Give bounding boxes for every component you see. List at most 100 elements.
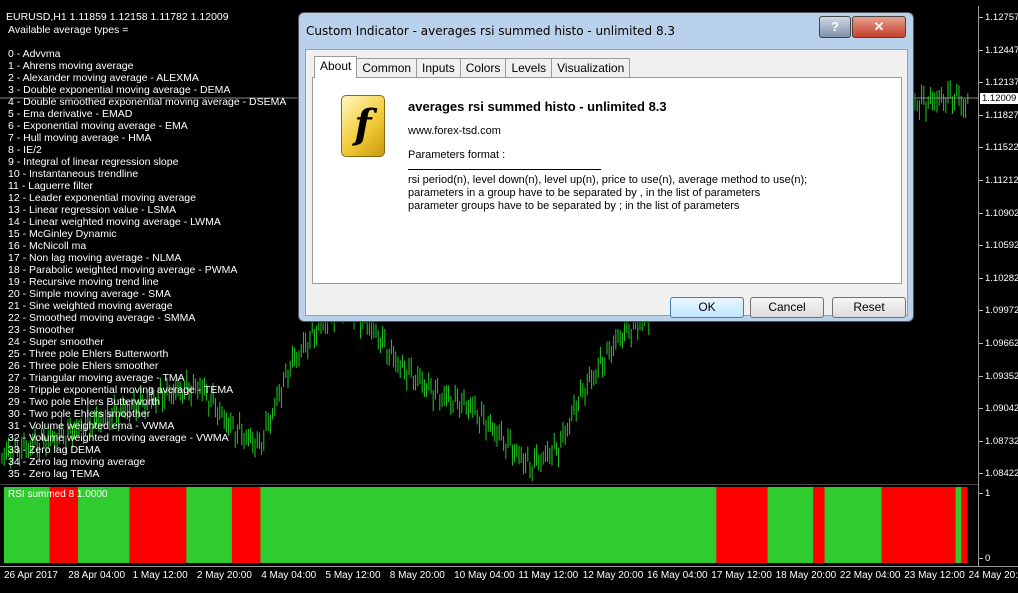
histogram-bar xyxy=(573,487,581,563)
histogram-bar xyxy=(602,487,609,563)
histogram-bar xyxy=(556,487,564,563)
histogram-bar xyxy=(340,487,347,563)
price-tick-label: 1.10592 xyxy=(979,240,1018,251)
time-tick-label: 28 Apr 04:00 xyxy=(68,570,126,581)
rsi-histogram-panel[interactable] xyxy=(0,484,978,566)
histogram-bar xyxy=(619,487,626,563)
average-type-item: 16 - McNicoll ma xyxy=(8,240,87,252)
average-type-item: 8 - IE/2 xyxy=(8,144,42,156)
histogram-bar xyxy=(214,487,222,563)
histogram-bar xyxy=(545,487,552,563)
average-type-item: 22 - Smoothed moving average - SMMA xyxy=(8,312,196,324)
histogram-bar xyxy=(835,487,843,563)
histogram-bar xyxy=(328,487,336,563)
histogram-bar xyxy=(459,487,467,563)
tab-colors[interactable]: Colors xyxy=(459,58,507,78)
average-type-item: 6 - Exponential moving average - EMA xyxy=(8,120,188,132)
histogram-bar xyxy=(152,487,159,563)
histogram-bar xyxy=(494,487,501,563)
tab-levels[interactable]: Levels xyxy=(505,58,553,78)
time-tick-label: 12 May 20:00 xyxy=(582,570,644,581)
description-line: parameters in a group have to be separat… xyxy=(408,187,761,199)
time-tick-label: 4 May 04:00 xyxy=(261,570,317,581)
ok-button[interactable]: OK xyxy=(670,297,744,318)
histogram-bar xyxy=(351,487,358,563)
histogram-bar xyxy=(949,487,957,563)
histogram-bar xyxy=(499,487,507,563)
time-tick-label: 11 May 12:00 xyxy=(518,570,579,581)
price-tick-label: 1.09662 xyxy=(979,338,1018,349)
histogram-bar xyxy=(938,487,945,563)
histogram-bar xyxy=(505,487,512,563)
histogram-bar xyxy=(425,487,432,563)
tab-common[interactable]: Common xyxy=(356,58,418,78)
time-tick-label: 26 Apr 2017 xyxy=(4,570,58,581)
help-icon[interactable]: ? xyxy=(819,16,851,38)
histogram-bar xyxy=(192,487,199,563)
average-type-item: 29 - Two pole Ehlers Butterworth xyxy=(8,396,161,408)
price-tick-label: 1.12447 xyxy=(979,45,1018,56)
average-type-item: 12 - Leader exponential moving average xyxy=(8,192,196,204)
histogram-bar xyxy=(642,487,649,563)
histogram-bar xyxy=(271,487,279,563)
histogram-bar xyxy=(921,487,928,563)
average-type-item: 10 - Instantaneous trendline xyxy=(8,168,139,180)
histogram-bar xyxy=(801,487,809,563)
histogram-bar xyxy=(682,487,689,563)
histogram-bar xyxy=(721,487,729,563)
cancel-button[interactable]: Cancel xyxy=(750,297,824,318)
histogram-bar xyxy=(146,487,153,563)
average-type-item: 14 - Linear weighted moving average - LW… xyxy=(8,216,221,228)
price-axis[interactable]: 1.12757 1.12447 1.12137 1.11827 1.11522 1.112… xyxy=(978,6,1018,566)
average-type-item: 31 - Volume weighted ema - VWMA xyxy=(8,420,175,432)
histogram-bar xyxy=(288,487,296,563)
about-panel: f averages rsi summed histo - unlimited … xyxy=(312,77,902,284)
histogram-bar xyxy=(585,487,592,563)
histogram-bar xyxy=(112,487,119,563)
histogram-bar xyxy=(454,487,461,563)
histogram-bar xyxy=(385,487,393,563)
time-axis[interactable]: 26 Apr 2017 28 Apr 04:00 1 May 12:00 2 May … xyxy=(0,566,1018,593)
indicator-logo-icon: f xyxy=(341,95,385,157)
histogram-bar xyxy=(220,487,227,563)
average-type-item: 3 - Double exponential moving average - … xyxy=(8,84,231,96)
time-tick-label: 18 May 20:00 xyxy=(775,570,837,581)
price-tick-label: 1.11827 xyxy=(979,110,1018,121)
close-icon[interactable]: ✕ xyxy=(852,16,906,38)
histogram-bar xyxy=(482,487,489,563)
histogram-bar xyxy=(790,487,797,563)
histogram-bar xyxy=(431,487,438,563)
average-type-item: 9 - Integral of linear regression slope xyxy=(8,156,179,168)
histogram-bar xyxy=(796,487,803,563)
price-tick-label: 1.08422 xyxy=(979,468,1018,479)
histogram-bar xyxy=(203,487,210,563)
histogram-bar xyxy=(750,487,757,563)
histogram-bar xyxy=(197,487,205,563)
tab-inputs[interactable]: Inputs xyxy=(416,58,461,78)
histogram-bar xyxy=(260,487,267,563)
histogram-bar xyxy=(847,487,854,563)
histogram-bar xyxy=(465,487,472,563)
histogram-bar xyxy=(562,487,569,563)
histogram-bar xyxy=(818,487,826,563)
histogram-bar xyxy=(243,487,250,563)
reset-button[interactable]: Reset xyxy=(832,297,906,318)
histogram-bar xyxy=(180,487,187,563)
histogram-bar xyxy=(636,487,643,563)
histogram-bar xyxy=(625,487,632,563)
histogram-bar xyxy=(773,487,780,563)
price-tick-label: 1.10902 xyxy=(979,208,1018,219)
histogram-bar xyxy=(157,487,165,563)
price-tick-label: 1.12757 xyxy=(979,12,1018,23)
time-tick-label: 1 May 12:00 xyxy=(132,570,188,581)
price-tick-label: 1.09352 xyxy=(979,371,1018,382)
histogram-bar xyxy=(579,487,586,563)
tab-about[interactable]: About xyxy=(314,56,358,78)
histogram-bar xyxy=(944,487,951,563)
histogram-bar xyxy=(608,487,615,563)
histogram-bar xyxy=(471,487,478,563)
tab-visualization[interactable]: Visualization xyxy=(551,58,631,78)
parameters-format-label: Parameters format : xyxy=(408,149,506,161)
price-tick-label: 1.09972 xyxy=(979,305,1018,316)
histogram-bar xyxy=(237,487,244,563)
